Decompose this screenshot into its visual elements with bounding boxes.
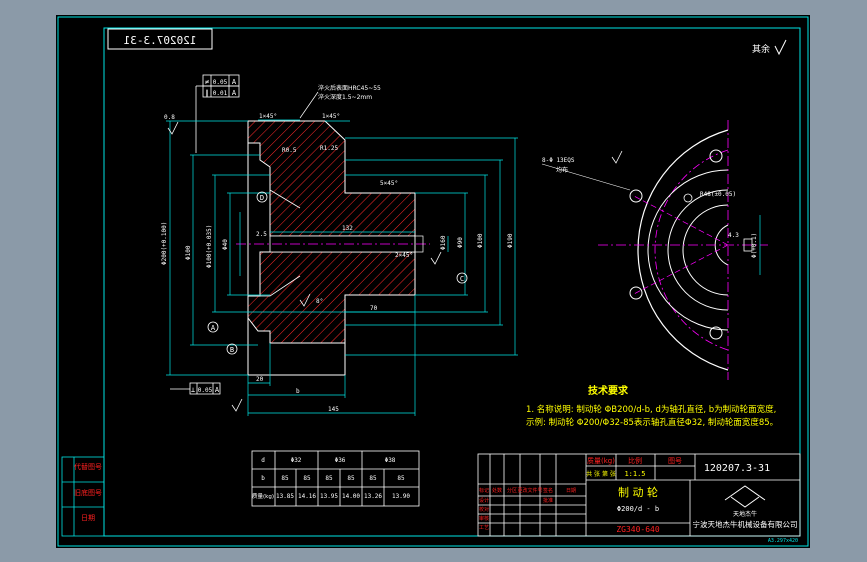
cad-drawing: 120207.3-31 其余 ≠ 0.05 A ∥ 0.01 A 淬火后表面HR… (56, 15, 810, 548)
tb-sheets: 共 张 第 张 (586, 470, 616, 478)
dim-chamfer4: 2×45° (395, 252, 413, 259)
param-h0: d (261, 457, 265, 464)
tol-bottom-sym: ⊥ (191, 386, 195, 394)
tb-rev-h1: 处数 (492, 487, 502, 494)
side-keyway-note: 8-Φ 13EQS (542, 157, 575, 164)
tb-part-spec: Φ200/d - b (617, 505, 659, 513)
left-strip-1: 代替图号 (74, 462, 102, 471)
tb-rev-h0: 标记 (479, 487, 489, 494)
tb-role-1: 校对 (479, 506, 489, 513)
dim-right3: Φ190 (507, 233, 514, 248)
tb-rev-h2: 分区 (507, 487, 517, 494)
tech-req-line2: 示例: 制动轮 Φ200/Φ32-85表示轴孔直径Φ32, 制动轮面宽度85。 (526, 417, 778, 428)
datum-d: D (260, 194, 264, 202)
dim-chamfer1: 1×45° (259, 113, 277, 120)
side-dim-b: 4.3 (728, 232, 739, 239)
param-w1: 13.85 (276, 493, 294, 500)
dim-len-mid: 70 (370, 305, 378, 312)
tb-hdr-sheet: 图号 (668, 457, 682, 465)
tb-logo-text: 天地杰牛 (733, 510, 757, 518)
param-b3: 85 (325, 475, 333, 482)
param-b1: 85 (281, 475, 289, 482)
param-w0: 质量(kg) (252, 492, 274, 500)
tech-req-title: 技术要求 (588, 384, 629, 397)
dim-chamfer3: 5×45° (380, 180, 398, 187)
left-strip-3: 日期 (81, 514, 95, 522)
tol-top-val1: 0.05 (213, 79, 228, 86)
dim-len-inner: 132 (342, 225, 353, 232)
dim-left-mid: Φ100(+0.035) (206, 225, 213, 268)
param-w6: 13.90 (392, 493, 410, 500)
param-b2: 85 (303, 475, 311, 482)
dim-d: Φ160 (440, 235, 447, 250)
tol-top-sym1: ≠ (205, 78, 209, 86)
tb-part-name: 制 动 轮 (618, 485, 658, 499)
param-b0: b (261, 475, 265, 482)
dim-outer: Φ200(+0.100) (161, 222, 168, 265)
left-strip-2: 旧底图号 (74, 488, 102, 497)
tol-top-val2: 0.01 (213, 90, 228, 97)
tb-hdr-scale: 比例 (628, 456, 642, 465)
tb-hdr-weight: 质量(kg) (587, 456, 615, 465)
param-b5: 85 (369, 475, 377, 482)
tb-role-0: 设计 (479, 497, 489, 504)
tech-req-line1: 1. 名称说明: 制动轮 ΦB200/d-b, d为轴孔直径, b为制动轮面宽度… (526, 404, 776, 415)
tol-bottom-val: 0.05 (198, 387, 213, 394)
param-h1: Φ32 (291, 457, 302, 464)
side-dim-c: Φ(+0.1) (751, 233, 758, 258)
dim-chamfer2: 1×45° (322, 113, 340, 120)
tb-role-4: 批准 (543, 497, 553, 504)
dim-hub: Φ100 (185, 245, 192, 260)
param-h5: Φ38 (385, 457, 396, 464)
dim-right2: Φ100 (477, 233, 484, 248)
tb-material: ZG340-640 (616, 525, 660, 534)
param-h3: Φ36 (335, 457, 346, 464)
side-dim-a: R48(±0.05) (700, 191, 736, 198)
datum-c: C (460, 275, 464, 283)
note-depth: 淬火深度1.5~2mm (318, 93, 372, 101)
param-w3: 13.95 (320, 493, 338, 500)
dim-r1: R0.5 (282, 147, 297, 154)
bottom-right-code: A3.297x420 (768, 538, 798, 544)
tb-rev-h3: 更改文件号 (517, 487, 542, 494)
tb-company: 宁波天地杰牛机械设备有限公司 (693, 519, 798, 529)
note-hardness: 淬火后表面HRC45~55 (318, 84, 381, 92)
param-b4: 85 (347, 475, 355, 482)
tb-rev-h5: 日期 (566, 488, 576, 494)
roughness-label: 其余 (752, 43, 770, 55)
param-w4: 14.00 (342, 493, 360, 500)
param-w2: 14.16 (298, 493, 316, 500)
param-w5: 13.26 (364, 493, 382, 500)
tb-drawing-no: 120207.3-31 (704, 463, 770, 474)
dim-r2: R1.25 (320, 145, 338, 152)
dim-right1: Φ90 (457, 237, 464, 248)
param-b6: 85 (397, 475, 405, 482)
dim-bore-left: Φ40 (222, 239, 229, 250)
mirrored-drawing-number: 120207.3-31 (124, 34, 197, 47)
tb-scale: 1:1.5 (624, 470, 645, 478)
datum-b: B (230, 346, 234, 354)
tb-role-3: 工艺 (479, 525, 489, 531)
dim-slot: b (296, 388, 300, 395)
tb-rev-h4: 签名 (543, 487, 553, 494)
dim-len-small: 20 (256, 376, 264, 383)
tb-role-2: 审核 (479, 515, 489, 522)
dim-len-total: 145 (328, 406, 339, 413)
dim-small1: 2.5 (256, 231, 267, 238)
drawing-sheet (56, 15, 810, 548)
dim-small2: 0.8 (164, 114, 175, 121)
dim-angle: 8° (316, 298, 323, 305)
tol-top-sym2: ∥ (205, 89, 209, 97)
